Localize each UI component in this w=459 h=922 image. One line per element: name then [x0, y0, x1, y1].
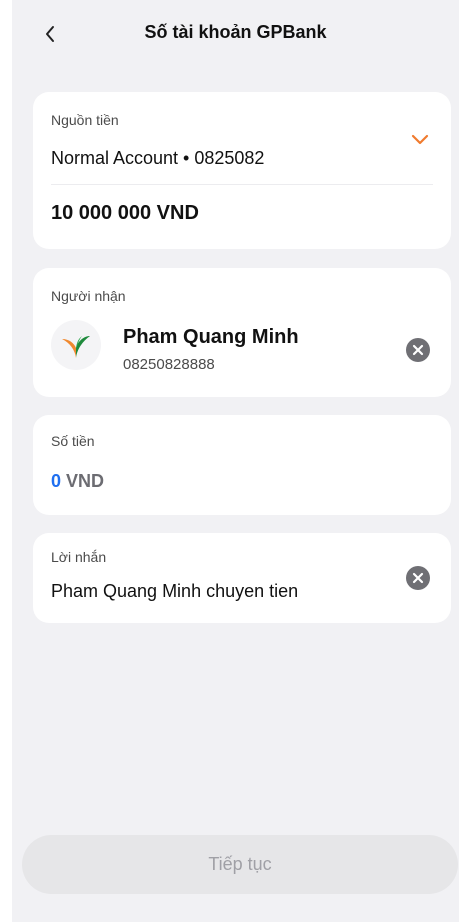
chevron-down-icon[interactable]: [411, 134, 429, 146]
header: Số tài khoản GPBank: [12, 0, 459, 72]
recipient-card: Người nhận Pham Quang Minh 08250828888: [33, 268, 451, 397]
clear-recipient-icon[interactable]: [405, 337, 431, 363]
source-account: Normal Account • 0825082: [51, 148, 265, 168]
recipient-label: Người nhận: [51, 288, 126, 304]
message-card[interactable]: Lời nhắn Pham Quang Minh chuyen tien: [33, 533, 451, 623]
amount-unit: VND: [66, 471, 105, 491]
account-balance: 10 000 000 VND: [51, 202, 199, 224]
amount-input[interactable]: 0 VND: [51, 471, 104, 492]
continue-button[interactable]: Tiếp tục: [22, 835, 458, 894]
divider: [51, 184, 433, 185]
recipient-account-number: 08250828888: [123, 356, 215, 373]
message-input[interactable]: Pham Quang Minh chuyen tien: [51, 581, 298, 602]
amount-label: Số tiền: [51, 433, 95, 449]
bank-logo-icon: [51, 320, 101, 370]
amount-card[interactable]: Số tiền 0 VND: [33, 415, 451, 515]
amount-value: 0: [51, 471, 62, 491]
source-label: Nguồn tiền: [51, 112, 119, 128]
transfer-screen: Số tài khoản GPBank Nguồn tiền Normal Ac…: [0, 0, 459, 922]
message-label: Lời nhắn: [51, 549, 107, 565]
app-viewport: Số tài khoản GPBank Nguồn tiền Normal Ac…: [12, 0, 459, 922]
source-account-card[interactable]: Nguồn tiền Normal Account • 0825082 10 0…: [33, 92, 451, 249]
clear-message-icon[interactable]: [405, 565, 431, 591]
page-title: Số tài khoản GPBank: [144, 22, 327, 42]
recipient-name: Pham Quang Minh: [123, 326, 299, 348]
